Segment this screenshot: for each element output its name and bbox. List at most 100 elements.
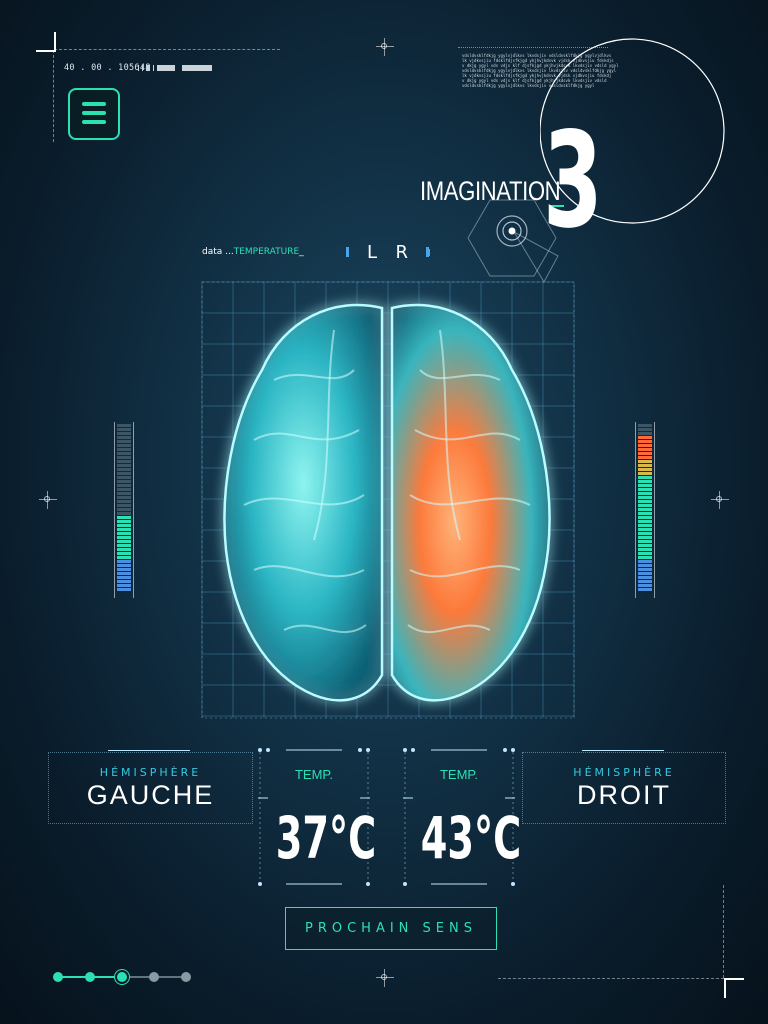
left-temp-value: 37°C [275,804,377,872]
pager-dot-1[interactable] [53,972,63,982]
meter-segment [117,496,131,499]
meter-segment [117,528,131,531]
meter-segment [638,588,652,591]
step-pager [52,966,194,988]
meter-segment [117,552,131,555]
meter-segment [638,448,652,451]
meter-segment [638,504,652,507]
meter-segment [117,572,131,575]
meter-segment [117,504,131,507]
meter-segment [117,492,131,495]
brain-scan-viewport [201,281,575,719]
meter-segment [117,524,131,527]
meter-segment [638,516,652,519]
right-temp-label: TEMP. [439,767,479,782]
chapter-number: 3 [543,104,603,258]
meter-segment [638,424,652,427]
meter-segment [638,532,652,535]
meter-segment [638,512,652,515]
right-hemisphere-title: DROIT [577,780,671,810]
data-label: data ...TEMPERATURE_ [202,247,304,257]
meter-segment [117,440,131,443]
meter-segment [117,576,131,579]
right-hemisphere-subtitle: HÉMISPHÈRE [573,766,675,779]
right-hemisphere-meter [635,422,655,598]
meter-segment [638,500,652,503]
next-sense-button[interactable]: PROCHAIN SENS [285,907,497,950]
meter-segment [117,568,131,571]
barcode-icon [138,65,212,71]
crosshair-icon [376,38,394,56]
meter-segment [638,556,652,559]
meter-segment [117,540,131,543]
meter-segment [117,436,131,439]
meter-segment [117,480,131,483]
meter-segment [117,500,131,503]
left-hemisphere-title: GAUCHE [86,780,215,810]
pager-dot-2[interactable] [85,972,95,982]
meter-segment [638,432,652,435]
meter-segment [638,492,652,495]
meter-segment [638,456,652,459]
left-hemisphere-subtitle: HÉMISPHÈRE [99,766,202,779]
meter-segment [638,548,652,551]
meter-segment [638,484,652,487]
meter-segment [117,432,131,435]
meter-segment [117,512,131,515]
pager-dot-3[interactable] [117,972,127,982]
meter-segment [638,440,652,443]
meter-segment [638,496,652,499]
meter-segment [117,456,131,459]
meter-segment [638,524,652,527]
meter-segment [638,428,652,431]
crosshair-icon [711,491,729,509]
meter-segment [638,480,652,483]
meter-segment [638,476,652,479]
meter-segment [117,428,131,431]
right-hemisphere-toggle[interactable]: R [395,242,409,263]
meter-segment [638,452,652,455]
crosshair-icon [376,969,394,987]
crosshair-icon [39,491,57,509]
meter-segment [638,560,652,563]
right-temp-value: 43°C [420,804,522,872]
menu-button[interactable] [68,88,120,140]
corner-bracket-top-left [36,32,56,52]
brain-image [223,303,551,702]
meter-segment [638,460,652,463]
meter-segment [638,576,652,579]
meter-segment [638,520,652,523]
meter-segment [117,484,131,487]
meter-segment [117,556,131,559]
pager-dot-5[interactable] [181,972,191,982]
meter-segment [638,580,652,583]
meter-segment [638,536,652,539]
meter-segment [117,532,131,535]
meter-segment [117,548,131,551]
left-hemisphere-meter [114,422,134,598]
frame-line-top [54,49,280,50]
meter-segment [638,436,652,439]
meter-segment [117,544,131,547]
meter-segment [638,508,652,511]
meter-segment [638,540,652,543]
meter-segment [638,572,652,575]
meter-segment [117,536,131,539]
left-temp-label: TEMP. [294,767,334,782]
pager-dot-4[interactable] [149,972,159,982]
meter-segment [638,568,652,571]
meter-segment [117,468,131,471]
meter-segment [638,584,652,587]
meter-segment [117,476,131,479]
meter-segment [638,544,652,547]
meter-segment [117,560,131,563]
meter-segment [638,472,652,475]
meter-segment [117,580,131,583]
hemisphere-switch[interactable]: L R [346,241,430,263]
meter-segment [117,444,131,447]
corner-bracket-bottom-right [724,978,744,998]
meter-segment [638,552,652,555]
left-hemisphere-toggle[interactable]: L [367,242,378,263]
meter-segment [117,488,131,491]
meter-segment [638,488,652,491]
